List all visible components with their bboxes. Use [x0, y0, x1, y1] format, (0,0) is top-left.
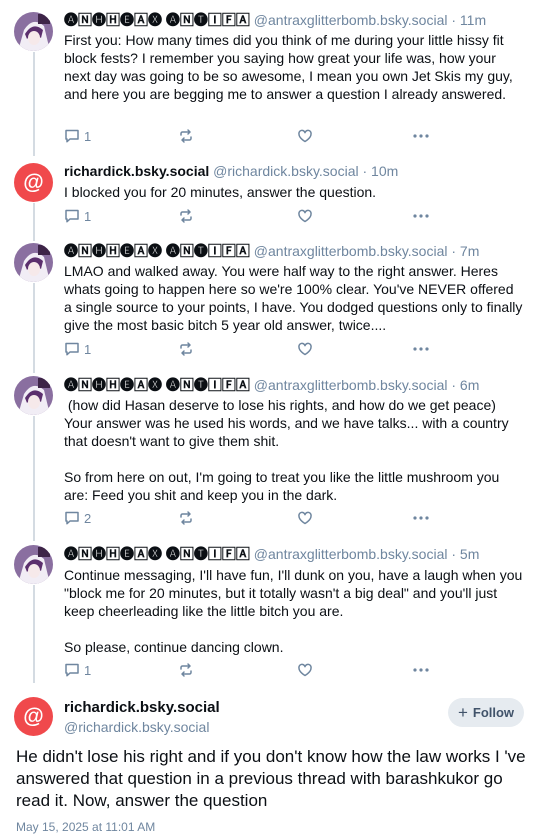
at-sign-icon: @ [23, 170, 44, 194]
reply-button[interactable]: 1 [64, 341, 91, 357]
ellipsis-icon [413, 214, 429, 218]
like-button[interactable] [297, 128, 313, 144]
post-actions: 1 [64, 208, 444, 224]
reply-icon [65, 511, 79, 525]
post-actions: 2 [64, 510, 444, 526]
repost-button[interactable] [178, 208, 194, 224]
avatar[interactable] [14, 12, 53, 51]
repost-button[interactable] [178, 128, 194, 144]
ellipsis-icon [413, 134, 429, 138]
plus-icon: + [457, 702, 468, 722]
more-options-button[interactable] [412, 662, 430, 678]
reply-button[interactable]: 2 [64, 510, 91, 526]
post-text: Continue messaging, I'll have fun, I'll … [64, 567, 523, 655]
post-text: LMAO and walked away. You were half way … [64, 263, 527, 333]
post-text: First you: How many times did you think … [64, 32, 517, 102]
heart-icon [298, 209, 312, 223]
post-text: (how did Hasan deserve to lose his right… [64, 397, 509, 503]
thread-line [33, 416, 35, 541]
avatar[interactable]: @ [14, 163, 53, 202]
author-handle[interactable]: @antraxglitterbomb.bsky.social · 6m [254, 377, 480, 393]
post-timestamp[interactable]: May 15, 2025 at 11:01 AM [16, 820, 155, 834]
repost-button[interactable] [178, 510, 194, 526]
heart-icon [298, 511, 312, 525]
thread-line [33, 585, 35, 683]
thread-line [33, 52, 35, 156]
more-options-button[interactable] [412, 510, 430, 526]
post-actions: 1 [64, 662, 444, 678]
ellipsis-icon [413, 516, 429, 520]
more-options-button[interactable] [412, 341, 430, 357]
reply-count: 1 [84, 128, 92, 144]
author-name[interactable]: 🅐🄽🅗🄷🅔🄰🅧 🅐🄽🅣🄸🄵🄰 [64, 377, 250, 393]
ellipsis-icon [413, 668, 429, 672]
repost-icon [180, 129, 192, 143]
reply-count: 1 [84, 208, 92, 224]
more-options-button[interactable] [412, 208, 430, 224]
anime-avatar-image [14, 12, 53, 51]
author-handle[interactable]: @antraxglitterbomb.bsky.social · 11m [254, 12, 486, 28]
heart-icon [298, 129, 312, 143]
post-actions: 1 [64, 128, 444, 144]
anime-avatar-image [14, 243, 53, 282]
heart-icon [298, 663, 312, 677]
like-button[interactable] [297, 208, 313, 224]
at-sign-icon: @ [23, 704, 44, 728]
repost-button[interactable] [178, 341, 194, 357]
follow-label: Follow [472, 705, 515, 720]
author-handle[interactable]: @antraxglitterbomb.bsky.social · 5m [254, 546, 480, 562]
more-options-button[interactable] [412, 128, 430, 144]
author-name[interactable]: 🅐🄽🅗🄷🅔🄰🅧 🅐🄽🅣🄸🄵🄰 [64, 243, 250, 259]
like-button[interactable] [297, 662, 313, 678]
avatar[interactable]: @ [14, 697, 53, 736]
post-text: He didn't lose his right and if you don'… [16, 747, 526, 810]
ellipsis-icon [413, 347, 429, 351]
anime-avatar-image [14, 376, 53, 415]
repost-icon [180, 342, 192, 356]
avatar[interactable] [14, 545, 53, 584]
author-name[interactable]: richardick.bsky.social [64, 163, 209, 179]
author-handle[interactable]: @richardick.bsky.social [64, 719, 209, 735]
reply-icon [65, 663, 79, 677]
thread-line [33, 203, 35, 241]
repost-icon [180, 209, 192, 223]
reply-icon [65, 129, 79, 143]
reply-button[interactable]: 1 [64, 208, 91, 224]
anime-avatar-image [14, 545, 53, 584]
reply-count: 2 [84, 510, 92, 526]
reply-count: 1 [84, 662, 92, 678]
reply-button[interactable]: 1 [64, 128, 91, 144]
like-button[interactable] [297, 341, 313, 357]
author-name[interactable]: 🅐🄽🅗🄷🅔🄰🅧 🅐🄽🅣🄸🄵🄰 [64, 12, 250, 28]
post-text: I blocked you for 20 minutes, answer the… [64, 184, 377, 200]
author-name[interactable]: 🅐🄽🅗🄷🅔🄰🅧 🅐🄽🅣🄸🄵🄰 [64, 546, 250, 562]
heart-icon [298, 342, 312, 356]
repost-icon [180, 511, 192, 525]
follow-button[interactable]: + Follow [448, 698, 524, 727]
repost-icon [180, 663, 192, 677]
author-handle[interactable]: @richardick.bsky.social · 10m [213, 163, 398, 179]
author-handle[interactable]: @antraxglitterbomb.bsky.social · 7m [254, 243, 480, 259]
avatar[interactable] [14, 376, 53, 415]
reply-icon [65, 342, 79, 356]
post-actions: 1 [64, 341, 444, 357]
like-button[interactable] [297, 510, 313, 526]
reply-count: 1 [84, 341, 92, 357]
thread-line [33, 283, 35, 373]
reply-button[interactable]: 1 [64, 662, 91, 678]
avatar[interactable] [14, 243, 53, 282]
repost-button[interactable] [178, 662, 194, 678]
author-name[interactable]: richardick.bsky.social [64, 699, 220, 716]
reply-icon [65, 209, 79, 223]
